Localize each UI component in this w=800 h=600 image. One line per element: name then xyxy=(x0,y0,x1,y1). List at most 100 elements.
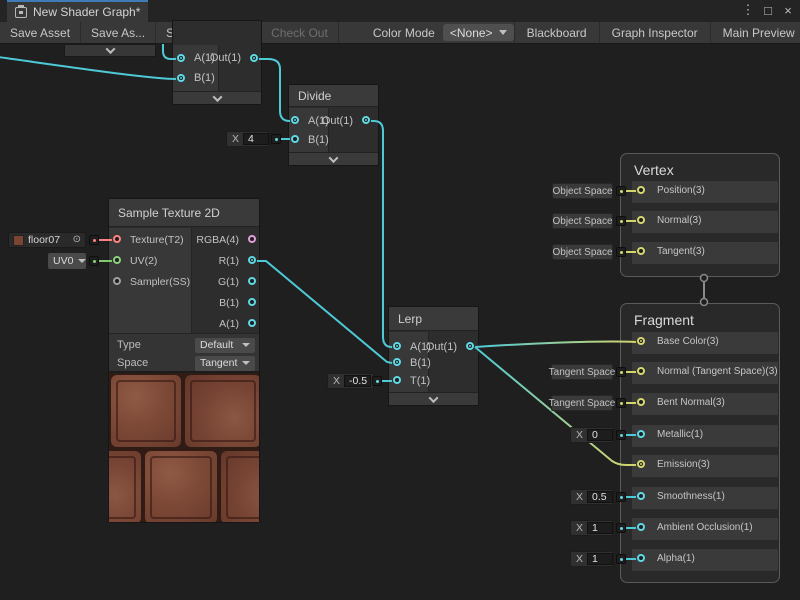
ao-value[interactable]: 1 xyxy=(587,522,613,534)
collapse-chevron-icon xyxy=(429,393,439,403)
x-label: X xyxy=(333,375,340,387)
port-metallic-input[interactable] xyxy=(637,430,645,438)
port-a-input[interactable] xyxy=(393,342,401,350)
chevron-down-icon xyxy=(242,361,250,365)
texture-stub xyxy=(89,235,99,245)
graph-inspector-button[interactable]: Graph Inspector xyxy=(599,22,710,43)
shader-graph-window: New Shader Graph* ⋮ □ × Save Asset Save … xyxy=(0,0,800,600)
port-out-output[interactable] xyxy=(250,54,258,62)
port-texture-input[interactable] xyxy=(113,235,121,243)
collapse-chevron[interactable] xyxy=(389,392,478,405)
edge-lerp-to-basecolor[interactable] xyxy=(475,341,636,347)
metallic-value-field[interactable]: X 0 xyxy=(570,427,614,443)
smoothness-value-field[interactable]: X 0.5 xyxy=(570,489,614,505)
port-tangent-input[interactable] xyxy=(637,247,645,255)
port-out-output[interactable] xyxy=(466,342,474,350)
collapse-chevron[interactable] xyxy=(289,152,378,165)
metallic-stub xyxy=(616,430,626,440)
collapsed-node-bar[interactable] xyxy=(64,44,156,57)
fragment-row-ambient-occlusion[interactable]: Ambient Occlusion(1) xyxy=(632,518,778,540)
divide-b-value[interactable]: 4 xyxy=(243,133,269,145)
vertex-row-tangent[interactable]: Tangent(3) xyxy=(632,242,778,264)
normal-ts-stub xyxy=(616,367,626,377)
port-a-input[interactable] xyxy=(291,116,299,124)
port-b-input[interactable] xyxy=(291,135,299,143)
port-ao-input[interactable] xyxy=(637,523,645,531)
port-sampler-input[interactable] xyxy=(113,277,121,285)
fragment-row-smoothness[interactable]: Smoothness(1) xyxy=(632,487,778,509)
lerp-t-value-field[interactable]: X -0.5 xyxy=(327,373,374,389)
normal-space-pill: Object Space xyxy=(552,213,613,229)
port-uv-input[interactable] xyxy=(113,256,121,264)
color-mode-dropdown[interactable]: <None> xyxy=(443,24,514,41)
port-bent-normal-input[interactable] xyxy=(637,398,645,406)
edge-r-to-lerp-b[interactable] xyxy=(257,261,392,363)
vertex-block[interactable]: Vertex Position(3) Normal(3) Tangent(3) xyxy=(620,153,780,277)
edge-into-b[interactable] xyxy=(0,57,176,79)
window-menu-icon[interactable]: ⋮ xyxy=(740,1,756,19)
collapse-chevron[interactable] xyxy=(173,91,261,104)
save-as-button[interactable]: Save As... xyxy=(81,22,156,43)
chevron-down-icon xyxy=(499,30,507,35)
type-dropdown[interactable]: Default xyxy=(195,338,255,353)
port-b-output[interactable] xyxy=(248,298,256,306)
main-preview-button[interactable]: Main Preview xyxy=(710,22,800,43)
port-t-label: T(1) xyxy=(410,375,430,387)
type-label: Type xyxy=(117,339,141,351)
position-space-pill: Object Space xyxy=(552,183,613,199)
object-picker-icon[interactable]: ⊙ xyxy=(73,235,81,245)
port-smoothness-input[interactable] xyxy=(637,492,645,500)
edge-top-to-divide[interactable] xyxy=(259,59,290,121)
port-emission-input[interactable] xyxy=(637,460,645,468)
vertex-row-position[interactable]: Position(3) xyxy=(632,181,778,203)
fragment-row-normal-ts[interactable]: Normal (Tangent Space)(3) xyxy=(632,362,778,384)
fragment-row-base-color[interactable]: Base Color(3) xyxy=(632,332,778,354)
space-dropdown[interactable]: Tangent xyxy=(195,356,255,371)
port-b-input[interactable] xyxy=(393,358,401,366)
port-alpha-input[interactable] xyxy=(637,554,645,562)
port-position-input[interactable] xyxy=(637,186,645,194)
close-icon[interactable]: × xyxy=(780,1,796,19)
lerp-t-value[interactable]: -0.5 xyxy=(344,375,371,387)
ao-value-field[interactable]: X 1 xyxy=(570,520,614,536)
uv-channel-dropdown[interactable]: UV0 xyxy=(48,253,86,269)
fragment-block[interactable]: Fragment Base Color(3) Normal (Tangent S… xyxy=(620,303,780,583)
port-g-label: G(1) xyxy=(218,276,239,288)
texture-object-field[interactable]: floor07 ⊙ xyxy=(8,232,86,248)
collapse-chevron-icon xyxy=(105,44,115,54)
port-rgba-output[interactable] xyxy=(248,235,256,243)
alpha-value-field[interactable]: X 1 xyxy=(570,551,614,567)
bent-normal-space-pill: Tangent Space xyxy=(551,395,613,411)
port-r-output[interactable] xyxy=(248,256,256,264)
blackboard-button[interactable]: Blackboard xyxy=(514,22,599,43)
port-b-input[interactable] xyxy=(177,74,185,82)
smoothness-value[interactable]: 0.5 xyxy=(587,491,613,503)
fragment-row-alpha[interactable]: Alpha(1) xyxy=(632,549,778,571)
vertex-row-normal[interactable]: Normal(3) xyxy=(632,211,778,233)
port-a-output[interactable] xyxy=(248,319,256,327)
port-out-output[interactable] xyxy=(362,116,370,124)
collapse-chevron-icon xyxy=(212,92,222,102)
node-sample-texture-2d[interactable]: Sample Texture 2D Texture(T2) UV(2) Samp… xyxy=(108,198,260,523)
fragment-row-metallic[interactable]: Metallic(1) xyxy=(632,425,778,447)
port-a-input[interactable] xyxy=(177,54,185,62)
maximize-icon[interactable]: □ xyxy=(760,1,776,19)
fragment-row-emission[interactable]: Emission(3) xyxy=(632,455,778,477)
port-t-input[interactable] xyxy=(393,376,401,384)
node-divide[interactable]: Divide A(1) B(1) Out(1) xyxy=(288,84,379,166)
divide-b-value-field[interactable]: X 4 xyxy=(226,131,270,147)
color-mode-label: Color Mode xyxy=(365,22,443,43)
alpha-value[interactable]: 1 xyxy=(587,553,613,565)
normal-stub xyxy=(616,216,626,226)
node-lerp[interactable]: Lerp A(1) B(1) T(1) Out(1) xyxy=(388,306,479,406)
graph-canvas[interactable]: A(1) B(1) Out(1) Divide A(1) B(1) Out(1)… xyxy=(0,44,800,600)
node-top-partial[interactable]: A(1) B(1) Out(1) xyxy=(172,20,262,105)
save-asset-button[interactable]: Save Asset xyxy=(0,22,81,43)
port-g-output[interactable] xyxy=(248,277,256,285)
port-normal-ts-input[interactable] xyxy=(637,367,645,375)
tab-new-shader-graph[interactable]: New Shader Graph* xyxy=(7,0,148,22)
metallic-value[interactable]: 0 xyxy=(587,429,613,441)
port-normal-input[interactable] xyxy=(637,216,645,224)
port-base-color-input[interactable] xyxy=(637,337,645,345)
fragment-row-bent-normal[interactable]: Bent Normal(3) xyxy=(632,393,778,415)
